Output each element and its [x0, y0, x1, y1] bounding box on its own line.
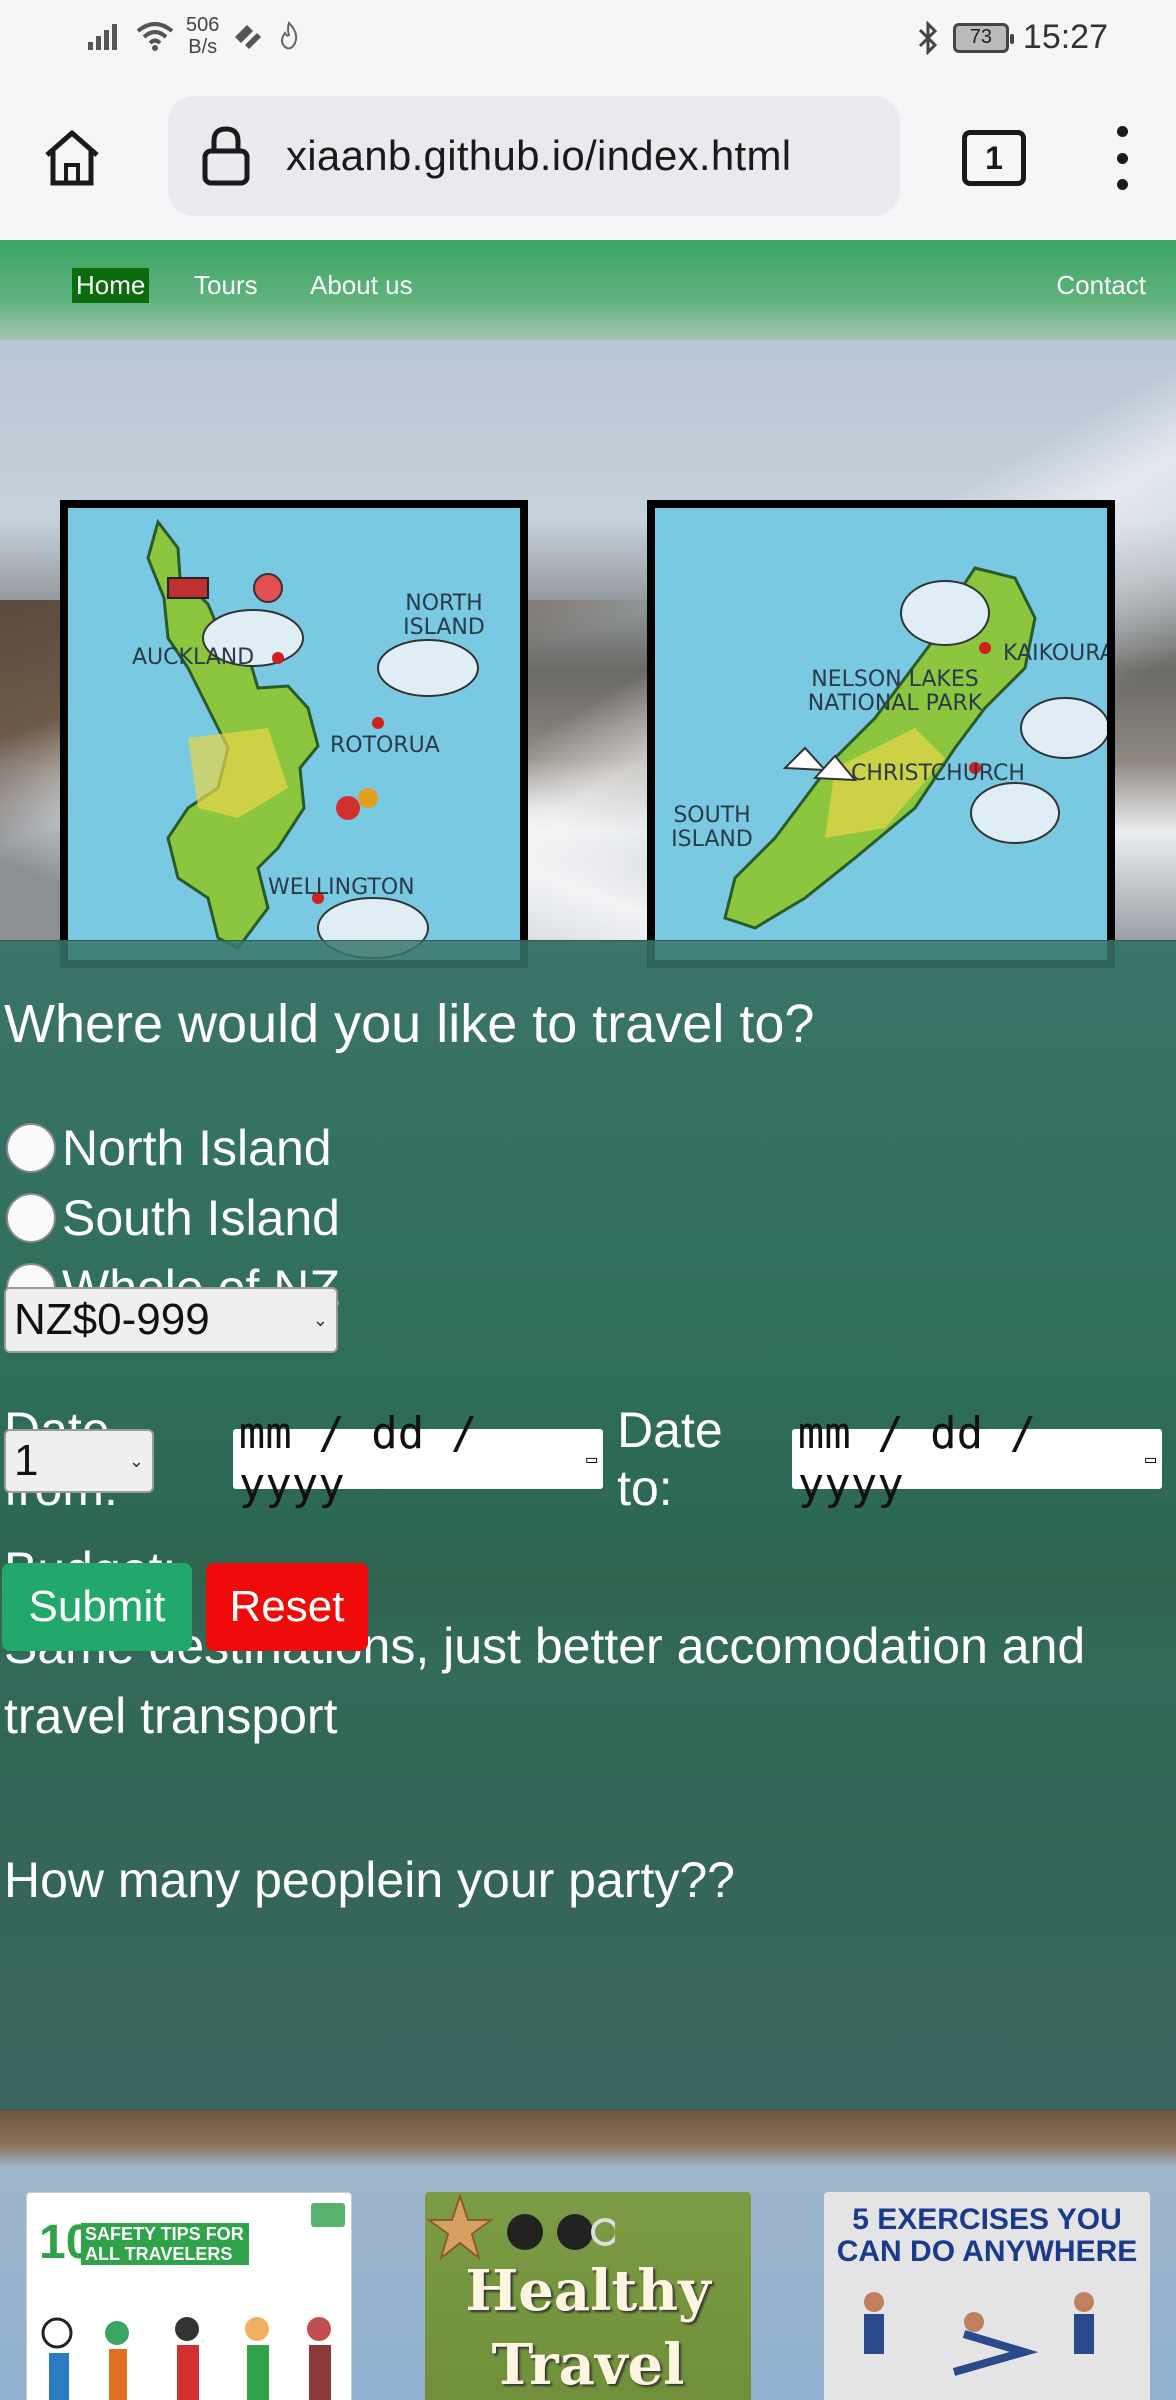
nav-contact-link[interactable]: Contact — [1052, 268, 1150, 303]
nav-about-link[interactable]: About us — [306, 268, 417, 303]
budget-selected-value: NZ$0-999 — [14, 1295, 210, 1344]
home-button[interactable] — [36, 122, 108, 194]
date-row: Date from: mm / dd / yyyy ▭ Date to: mm … — [4, 1401, 1176, 1517]
net-speed: 506 B/s — [186, 14, 219, 58]
map-place-kaikoura: KAIKOURA — [1003, 641, 1115, 666]
south-island-illustration — [723, 566, 1107, 930]
party-size-select[interactable]: 1 ⌄ — [4, 1429, 154, 1493]
party-size-label: How many peoplein your party?? — [4, 1852, 735, 1908]
health-app-icon — [235, 25, 262, 49]
healthy-travel-card[interactable]: Healthy Travel — [425, 2192, 751, 2400]
chevron-down-icon: ⌄ — [312, 1309, 328, 1330]
reset-button[interactable]: Reset — [206, 1563, 368, 1651]
web-page: Home Tours About us Contact NORTH ISLAND… — [0, 240, 1176, 2400]
budget-select[interactable]: NZ$0-999 ⌄ — [4, 1287, 338, 1353]
healthy-card-line-2: Travel — [491, 2332, 685, 2398]
exercises-card[interactable]: 5 EXERCISES YOU CAN DO ANYWHERE — [824, 2192, 1150, 2400]
home-icon — [45, 130, 99, 186]
radio-label: North Island — [62, 1120, 332, 1176]
form-title: Where would you like to travel to? — [4, 994, 815, 1054]
fire-app-icon — [281, 21, 298, 50]
chevron-down-icon: ⌄ — [128, 1450, 144, 1471]
tab-count: 1 — [985, 139, 1003, 176]
menu-dot — [1116, 152, 1128, 164]
north-island-map: NORTH ISLAND AUCKLAND ROTORUA WELLINGTON — [60, 500, 528, 968]
radio-button[interactable] — [6, 1123, 56, 1173]
status-bar: 506 B/s 73 15:27 — [0, 0, 1176, 76]
tab-switcher-button[interactable]: 1 — [962, 130, 1026, 186]
map-place-rotorua: ROTORUA — [330, 733, 440, 758]
exercises-card-title: 5 EXERCISES YOU CAN DO ANYWHERE — [836, 2203, 1138, 2268]
lock-icon — [196, 121, 256, 191]
status-left: 506 B/s — [88, 14, 301, 58]
safety-title-text: SAFETY TIPS FOR ALL TRAVELERS — [85, 2224, 244, 2264]
map-place-wellington: WELLINGTON — [268, 875, 415, 900]
south-island-map: NELSON LAKES NATIONAL PARK KAIKOURA CHRI… — [647, 500, 1115, 968]
map-place-auckland: AUCKLAND — [132, 645, 255, 670]
nav-tours-link[interactable]: Tours — [190, 268, 262, 303]
date-to-label: Date to: — [617, 1402, 723, 1516]
browser-toolbar: xiaanb.github.io/index.html 1 — [0, 76, 1176, 240]
calendar-icon[interactable]: ▭ — [586, 1449, 597, 1470]
travel-form: Where would you like to travel to? North… — [0, 940, 1176, 2110]
traveler-illustration — [41, 2317, 331, 2400]
map-place-christchurch: CHRISTCHURCH — [851, 761, 1025, 786]
date-to-placeholder: mm / dd / yyyy — [797, 1408, 1037, 1510]
battery-icon: 73 — [952, 22, 1014, 53]
battery-level: 73 — [969, 26, 993, 48]
exercise-figures-illustration — [864, 2292, 1094, 2376]
radio-south-island[interactable]: South Island — [6, 1189, 340, 1247]
clock: 15:27 — [1022, 18, 1108, 56]
map-place-nelson-lakes: NELSON LAKES NATIONAL PARK — [807, 667, 983, 716]
radio-label: South Island — [62, 1190, 340, 1246]
address-bar[interactable]: xiaanb.github.io/index.html — [168, 96, 900, 216]
more-options-button[interactable] — [1102, 126, 1142, 190]
sunglasses-icon — [507, 2214, 615, 2250]
site-navbar: Home Tours About us Contact — [0, 240, 1176, 340]
url-text: xiaanb.github.io/index.html — [286, 132, 792, 179]
status-right: 73 15:27 — [917, 18, 1108, 57]
safety-tips-card[interactable]: 10 SAFETY TIPS FOR ALL TRAVELERS — [26, 2192, 352, 2400]
nav-home-link[interactable]: Home — [72, 268, 150, 303]
net-speed-unit: B/s — [188, 36, 218, 58]
radio-north-island[interactable]: North Island — [6, 1119, 332, 1177]
net-speed-value: 506 — [186, 14, 220, 36]
healthy-card-line-1: Healthy — [465, 2258, 711, 2324]
radio-button[interactable] — [6, 1193, 56, 1243]
starfish-icon — [425, 2192, 495, 2261]
signal-icon — [88, 24, 117, 50]
map-title-south: SOUTH ISLAND — [671, 803, 753, 852]
bluetooth-icon — [918, 20, 938, 55]
menu-dot — [1116, 126, 1128, 137]
brand-logo — [311, 2203, 345, 2227]
party-selected-value: 1 — [14, 1436, 39, 1485]
menu-dot — [1116, 179, 1128, 190]
date-from-placeholder: mm / dd / yyyy — [238, 1408, 478, 1510]
hero-banner: NORTH ISLAND AUCKLAND ROTORUA WELLINGTON… — [0, 340, 1176, 968]
safety-card-title: SAFETY TIPS FOR ALL TRAVELERS — [81, 2223, 249, 2265]
submit-button[interactable]: Submit — [2, 1563, 192, 1651]
date-from-input[interactable]: mm / dd / yyyy ▭ — [232, 1408, 604, 1510]
wifi-icon — [136, 22, 174, 51]
calendar-icon[interactable]: ▭ — [1145, 1449, 1156, 1470]
map-title-north: NORTH ISLAND — [403, 591, 485, 640]
date-to-input[interactable]: mm / dd / yyyy ▭ — [791, 1408, 1163, 1510]
info-cards: 10 SAFETY TIPS FOR ALL TRAVELERS Healthy… — [0, 2110, 1176, 2400]
